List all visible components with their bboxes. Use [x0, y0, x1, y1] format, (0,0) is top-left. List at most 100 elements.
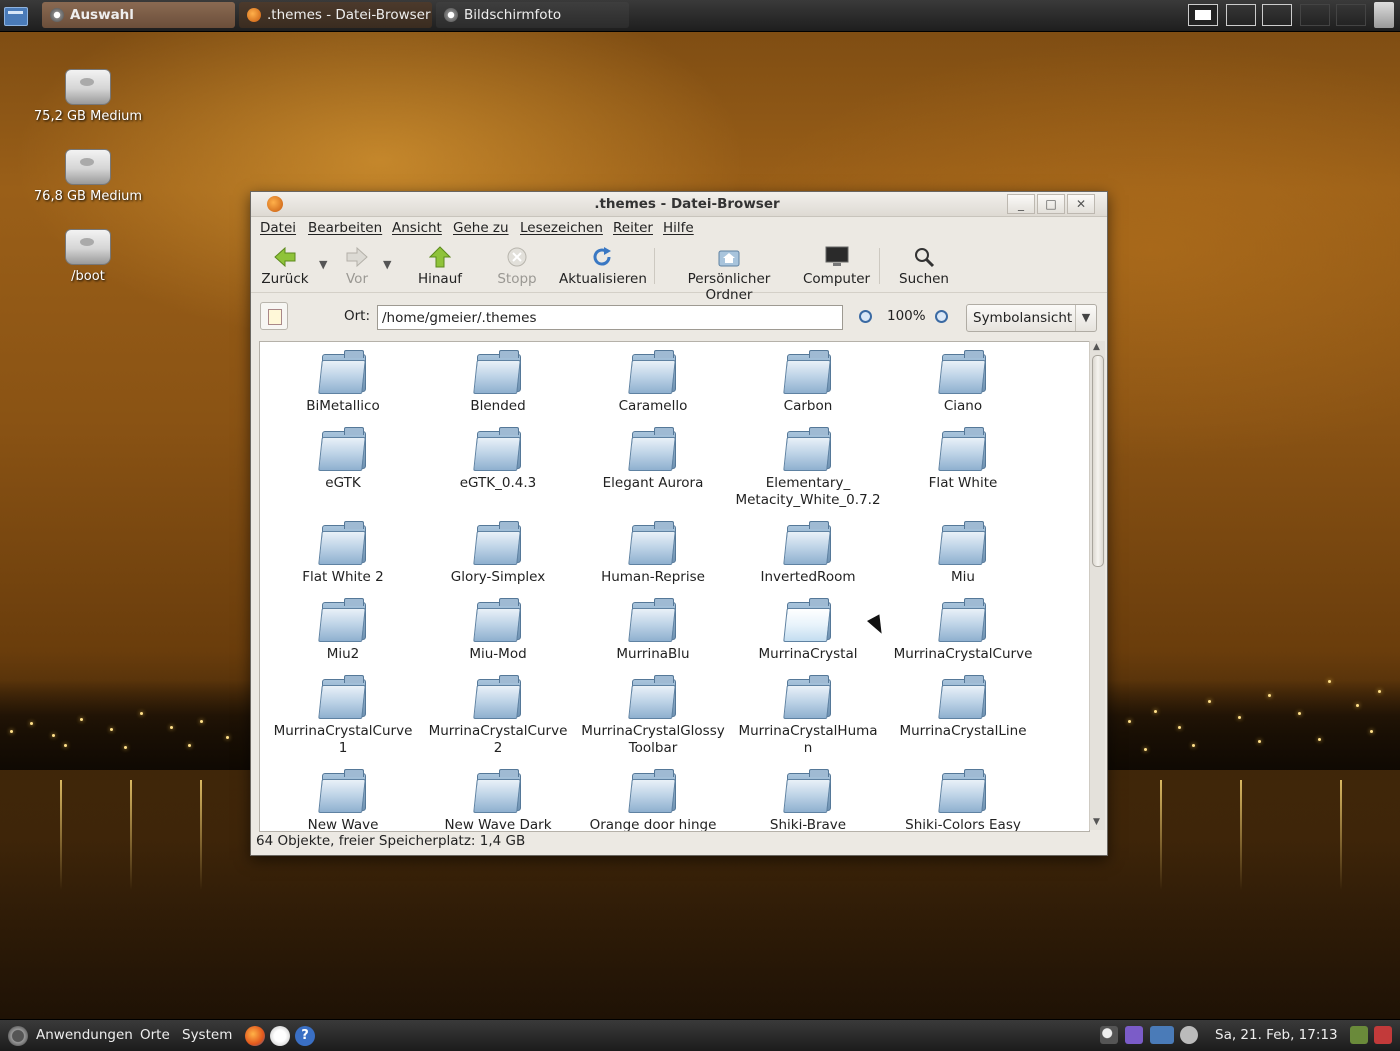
desktop-drive-1[interactable]: 75,2 GB Medium	[13, 69, 163, 124]
menu-gehe-zu[interactable]: Gehe zu	[453, 220, 509, 236]
taskbar-item-auswahl[interactable]: Auswahl	[42, 2, 235, 28]
folder-item[interactable]: MurrinaCrystalGlossy Toolbar	[578, 675, 728, 757]
location-input[interactable]	[377, 305, 843, 330]
scrollbar-thumb[interactable]	[1092, 355, 1104, 567]
help-launcher-icon[interactable]: ?	[295, 1026, 315, 1046]
folder-icon	[473, 598, 521, 642]
menu-system[interactable]: System	[182, 1027, 232, 1043]
folder-icon	[628, 769, 676, 813]
folder-label: Flat White	[928, 475, 998, 491]
folder-item[interactable]: New Wave	[268, 769, 418, 831]
close-button[interactable]: ✕	[1067, 194, 1095, 214]
screenshot-app-icon	[444, 8, 458, 22]
folder-item[interactable]: Human-Reprise	[578, 521, 728, 586]
light-reflection	[1240, 780, 1242, 890]
folder-item[interactable]: Elegant Aurora	[578, 427, 728, 492]
folder-item[interactable]: Flat White 2	[268, 521, 418, 586]
folder-item[interactable]: Flat White	[888, 427, 1038, 492]
chevron-down-icon: ▼	[1075, 305, 1096, 331]
reload-button[interactable]: Aktualisieren	[559, 246, 647, 287]
folder-item[interactable]: New Wave Dark	[423, 769, 573, 831]
icon-view[interactable]: BiMetallico Blended Caramello Carbon Ciano eG…	[259, 341, 1090, 832]
forward-button[interactable]: Vor	[342, 246, 372, 287]
toggle-location-edit-icon[interactable]	[260, 302, 288, 330]
folder-item[interactable]: MurrinaCrystalHuma n	[733, 675, 883, 757]
top-panel: Auswahl .themes - Datei-Browser Bildschi…	[0, 0, 1400, 32]
workspace-switcher-icon[interactable]	[1226, 4, 1256, 26]
light-reflection	[60, 780, 62, 890]
folder-item[interactable]: Glory-Simplex	[423, 521, 573, 586]
zoom-in-icon[interactable]	[935, 310, 948, 323]
stop-button[interactable]: Stopp	[494, 246, 540, 287]
trash-icon[interactable]	[1374, 2, 1394, 28]
folder-item[interactable]: Shiki-Brave	[733, 769, 883, 831]
forward-history-dropdown[interactable]: ▼	[383, 258, 391, 271]
folder-item[interactable]: InvertedRoom	[733, 521, 883, 586]
folder-item[interactable]: MurrinaCrystalCurve 1	[268, 675, 418, 757]
computer-button[interactable]: Computer	[803, 246, 870, 287]
menu-bearbeiten[interactable]: Bearbeiten	[308, 220, 382, 236]
mail-launcher-icon[interactable]	[270, 1026, 290, 1046]
folder-item[interactable]: Orange door hinge	[578, 769, 728, 831]
scroll-down-arrow-icon[interactable]: ▼	[1093, 817, 1100, 827]
folder-icon	[318, 350, 366, 394]
folder-item[interactable]: Ciano	[888, 350, 1038, 415]
folder-item[interactable]: Blended	[423, 350, 573, 415]
folder-item[interactable]: MurrinaCrystalCurve 2	[423, 675, 573, 757]
folder-item[interactable]: Caramello	[578, 350, 728, 415]
folder-item[interactable]: MurrinaBlu	[578, 598, 728, 663]
shutdown-icon[interactable]	[1374, 1026, 1392, 1044]
folder-item[interactable]: eGTK	[268, 427, 418, 492]
folder-item[interactable]: MurrinaCrystalCurve	[888, 598, 1038, 663]
workspace-2-icon[interactable]	[1300, 4, 1330, 26]
view-mode-select[interactable]: Symbolansicht ▼	[966, 304, 1097, 332]
menu-reiter[interactable]: Reiter	[613, 220, 653, 236]
mail-icon[interactable]	[1188, 4, 1218, 26]
reload-icon	[591, 246, 613, 268]
back-history-dropdown[interactable]: ▼	[319, 258, 327, 271]
taskbar-item-screenshot[interactable]: Bildschirmfoto	[436, 2, 629, 28]
desktop-drive-boot[interactable]: /boot	[13, 229, 163, 284]
network-tray-icon[interactable]	[1150, 1026, 1174, 1044]
taskbar-item-file-browser[interactable]: .themes - Datei-Browser	[239, 2, 432, 28]
menu-datei[interactable]: Datei	[260, 220, 296, 236]
folder-item[interactable]: MurrinaCrystalLine	[888, 675, 1038, 740]
zoom-out-icon[interactable]	[859, 310, 872, 323]
menu-orte[interactable]: Orte	[140, 1027, 170, 1043]
window-titlebar[interactable]: .themes - Datei-Browser _ □ ✕	[251, 192, 1107, 217]
minimize-button[interactable]: _	[1007, 194, 1035, 214]
menu-anwendungen[interactable]: Anwendungen	[36, 1027, 133, 1043]
folder-item[interactable]: eGTK_0.4.3	[423, 427, 573, 492]
folder-item[interactable]: Miu-Mod	[423, 598, 573, 663]
folder-item[interactable]: BiMetallico	[268, 350, 418, 415]
user-switcher-icon[interactable]	[1350, 1026, 1368, 1044]
vertical-scrollbar[interactable]: ▲ ▼	[1089, 341, 1105, 830]
menu-lesezeichen[interactable]: Lesezeichen	[520, 220, 603, 236]
volume-tray-icon[interactable]	[1180, 1026, 1198, 1044]
applications-menu-icon	[8, 1026, 28, 1046]
drive-icon	[65, 69, 111, 105]
folder-label: MurrinaCrystalCurve 2	[428, 723, 568, 756]
clock[interactable]: Sa, 21. Feb, 17:13	[1215, 1027, 1338, 1043]
search-button[interactable]: Suchen	[898, 246, 950, 287]
back-button[interactable]: Zurück	[260, 246, 310, 287]
menu-ansicht[interactable]: Ansicht	[392, 220, 442, 236]
folder-item[interactable]: Miu	[888, 521, 1038, 586]
firefox-launcher-icon[interactable]	[245, 1026, 265, 1046]
show-desktop-icon[interactable]	[4, 7, 28, 26]
up-button[interactable]: Hinauf	[415, 246, 465, 287]
window-selector-icon[interactable]	[1262, 4, 1292, 26]
folder-label: Miu-Mod	[469, 646, 527, 662]
folder-item[interactable]: Elementary_ Metacity_White_0.7.2	[733, 427, 883, 509]
desktop-drive-2[interactable]: 76,8 GB Medium	[13, 149, 163, 204]
search-tray-icon[interactable]	[1100, 1026, 1118, 1044]
folder-item[interactable]: Miu2	[268, 598, 418, 663]
workspace-3-icon[interactable]	[1336, 4, 1366, 26]
folder-item[interactable]: Shiki-Colors Easy	[888, 769, 1038, 831]
folder-item[interactable]: MurrinaCrystal	[733, 598, 883, 663]
settings-tray-icon[interactable]	[1125, 1026, 1143, 1044]
folder-item[interactable]: Carbon	[733, 350, 883, 415]
scroll-up-arrow-icon[interactable]: ▲	[1093, 342, 1100, 352]
maximize-button[interactable]: □	[1037, 194, 1065, 214]
menu-hilfe[interactable]: Hilfe	[663, 220, 694, 236]
